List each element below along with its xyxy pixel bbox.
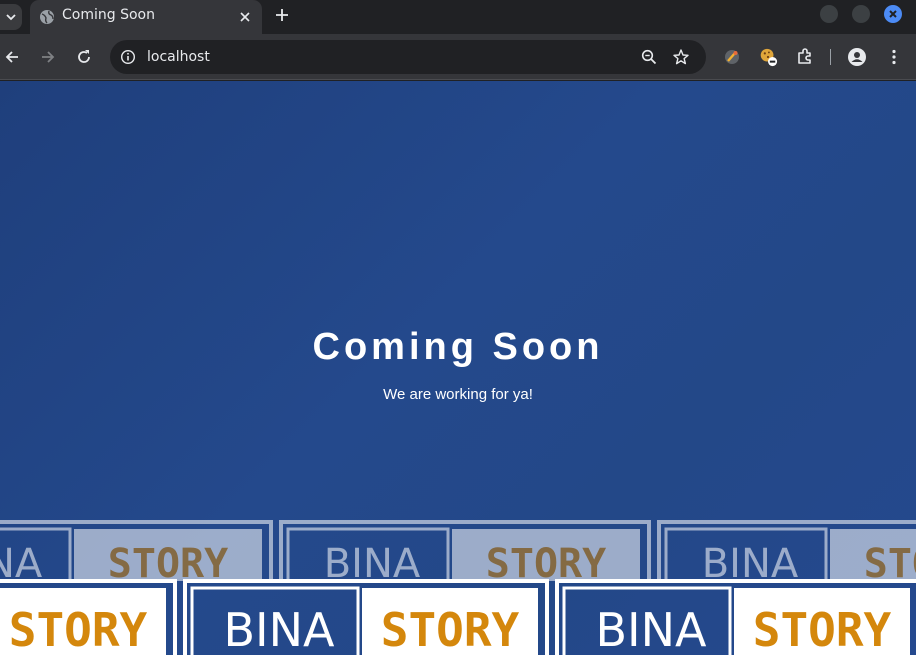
logo-tile: BINA STORY xyxy=(657,520,916,581)
logo-tile: BINA STORY xyxy=(555,579,916,655)
logo-word-left: BINA xyxy=(324,541,421,581)
close-icon xyxy=(889,10,897,18)
logo-tile: BINASTORY xyxy=(0,579,177,655)
extension-color-picker-icon[interactable] xyxy=(722,47,742,67)
logo-word-right: STORY xyxy=(864,541,916,581)
maximize-button[interactable] xyxy=(852,5,870,23)
address-url[interactable]: localhost xyxy=(147,49,210,65)
address-bar[interactable]: localhost xyxy=(110,40,706,74)
new-tab-button[interactable] xyxy=(272,5,292,25)
page-content: Coming Soon We are working for ya! BINA S… xyxy=(0,81,916,655)
logo-word-right: STORY xyxy=(753,603,892,655)
logo-band-back: BINASTORYBINASTORYBINASTORYBINASTORY xyxy=(0,519,916,581)
chevron-down-icon xyxy=(6,14,16,21)
page-headline: Coming Soon xyxy=(312,326,604,368)
tab-search-button[interactable] xyxy=(0,4,22,30)
zoom-icon[interactable] xyxy=(640,48,658,66)
page-subline: We are working for ya! xyxy=(383,386,533,403)
extension-cookie-icon[interactable] xyxy=(758,47,778,67)
profile-avatar-icon[interactable] xyxy=(847,47,867,67)
logo-word-right: STORY xyxy=(486,541,606,581)
logo-word-right: STORY xyxy=(9,603,148,655)
logo-word-left: BINA xyxy=(702,541,799,581)
logo-word-left: BINA xyxy=(223,603,335,655)
site-info-icon[interactable] xyxy=(120,49,136,65)
tab-title: Coming Soon xyxy=(62,7,155,23)
logo-word-right: STORY xyxy=(108,541,228,581)
extensions-puzzle-icon[interactable] xyxy=(795,47,815,67)
more-menu-icon[interactable] xyxy=(884,47,904,67)
minimize-button[interactable] xyxy=(820,5,838,23)
logo-word-right: STORY xyxy=(381,603,520,655)
logo-tile: BINA STORY xyxy=(279,520,651,581)
logo-tile: BINA STORY xyxy=(183,579,549,655)
logo-word-left: BINA xyxy=(595,603,707,655)
forward-arrow-icon[interactable] xyxy=(38,47,58,67)
toolbar-separator xyxy=(830,49,831,65)
logo-pattern: BINASTORYBINASTORYBINASTORYBINASTORY xyxy=(0,579,916,655)
active-tab[interactable]: Coming Soon xyxy=(30,0,262,34)
tab-strip: Coming Soon xyxy=(0,0,916,34)
logo-word-left: BINA xyxy=(0,541,43,581)
back-arrow-icon[interactable] xyxy=(2,47,22,67)
close-icon[interactable] xyxy=(236,8,254,26)
browser-toolbar: localhost xyxy=(0,34,916,80)
logo-tile: BINA STORY xyxy=(0,520,273,581)
window-close-button[interactable] xyxy=(884,5,902,23)
logo-band-front: BINASTORYBINASTORYBINASTORYBINASTORY xyxy=(0,578,916,655)
bookmark-star-icon[interactable] xyxy=(672,48,690,66)
globe-icon xyxy=(40,10,54,24)
reload-icon[interactable] xyxy=(74,47,94,67)
logo-pattern: BINASTORYBINASTORYBINASTORYBINASTORY xyxy=(0,520,916,581)
